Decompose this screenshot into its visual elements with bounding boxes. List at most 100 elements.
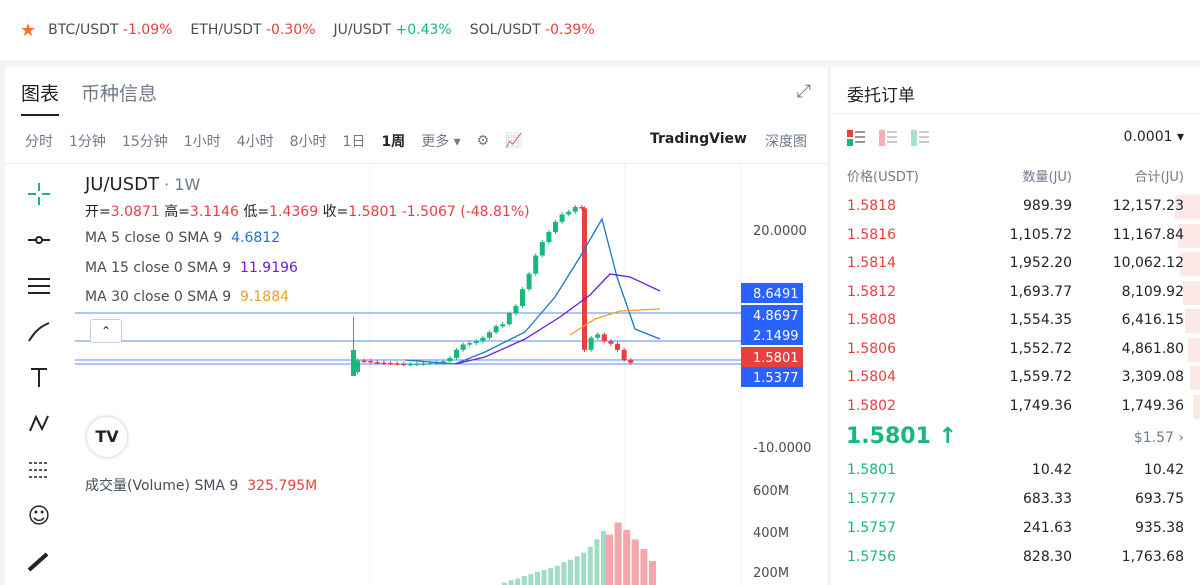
chart-title: JU/USDT · 1W	[85, 174, 201, 195]
brush-icon[interactable]	[15, 309, 63, 355]
axis-label: -10.0000	[753, 441, 811, 456]
ohlc-legend: 开=3.0871 高=3.1146 低=1.4369 收=1.5801 -1.5…	[85, 204, 530, 220]
view-bids-icon[interactable]	[911, 130, 929, 146]
candle	[480, 337, 486, 342]
candle	[467, 343, 473, 345]
smiley-icon[interactable]: ☺	[15, 493, 63, 539]
orderbook-panel: 委托订单 0.0001 ▾ 价格(USDT) 数量(JU) 合计(JU) 1.5…	[831, 67, 1200, 585]
ask-row[interactable]: 1.5814 1,952.20 10,062.12	[831, 250, 1200, 278]
candle	[546, 231, 552, 243]
volume-bar	[649, 561, 656, 585]
depth-bar	[1192, 394, 1200, 419]
volume-bar	[601, 531, 606, 585]
volume-bar	[554, 565, 560, 585]
candle	[388, 362, 393, 365]
candle	[493, 326, 499, 333]
text-icon[interactable]	[15, 355, 63, 401]
ruler-icon[interactable]	[15, 539, 63, 585]
candle	[520, 289, 525, 307]
bid-row[interactable]: 1.5756 828.30 1,763.68	[831, 544, 1200, 572]
bid-row[interactable]: 1.5777 683.33 693.75	[831, 486, 1200, 514]
volume-legend: 成交量(Volume) SMA 9 325.795M	[85, 478, 318, 494]
volume-bar	[640, 549, 648, 585]
ma5-line	[404, 217, 661, 365]
candle	[539, 242, 545, 256]
price-chart[interactable]: 20.0000 -10.0000 600M 400M 200M 8.6491 4.8697 2…	[5, 67, 827, 585]
horizontal-lines-icon[interactable]	[15, 263, 63, 309]
ask-row[interactable]: 1.5806 1,552.72 4,861.80	[831, 336, 1200, 364]
pattern-icon[interactable]	[15, 401, 63, 447]
ma15-legend: MA 15 close 0 SMA 9 11.9196	[85, 260, 298, 276]
bid-row[interactable]: 1.5801 10.42 10.42	[831, 457, 1200, 485]
volume-bar	[508, 580, 514, 585]
candle	[407, 363, 413, 366]
candle	[513, 306, 519, 314]
candle	[559, 214, 565, 222]
ask-row[interactable]: 1.5804 1,559.72 3,309.08	[831, 364, 1200, 392]
precision-dropdown[interactable]: 0.0001 ▾	[1124, 129, 1184, 145]
candle	[553, 221, 558, 232]
fib-icon[interactable]	[15, 447, 63, 493]
candle	[566, 211, 572, 215]
star-icon[interactable]: ★	[20, 20, 36, 41]
candle	[628, 359, 634, 363]
ask-row[interactable]: 1.5816 1,105.72 11,167.84	[831, 222, 1200, 250]
price-tag-label: 2.1499	[753, 329, 799, 344]
price-tag-label: 8.6491	[753, 287, 799, 302]
last-price-row: 1.5801 ↑ $1.57 ›	[831, 422, 1200, 456]
ticker-item-eth[interactable]: ETH/USDT -0.30%	[190, 22, 315, 38]
candle	[460, 344, 466, 350]
ma30-legend: MA 30 close 0 SMA 9 9.1884	[85, 289, 290, 305]
divider	[831, 113, 1200, 114]
candle	[601, 334, 607, 342]
ticker-item-sol[interactable]: SOL/USDT -0.39%	[470, 22, 595, 38]
volume-bar	[561, 562, 567, 585]
ask-row[interactable]: 1.5812 1,693.77 8,109.92	[831, 279, 1200, 307]
volume-bar	[614, 522, 622, 585]
price-tag-label: 1.5801	[753, 351, 799, 366]
price-tag-label: 1.5377	[753, 371, 799, 386]
volume-bar	[515, 578, 521, 585]
volume-bar	[594, 539, 600, 585]
candle	[533, 255, 539, 274]
depth-bar	[1190, 366, 1200, 390]
candle	[487, 332, 492, 338]
candle	[615, 343, 620, 350]
ticker-item-ju[interactable]: JU/USDT +0.43%	[334, 22, 452, 38]
candle	[506, 313, 512, 325]
candle	[394, 363, 400, 365]
volume-bar	[541, 570, 547, 585]
ma15-line	[454, 273, 661, 365]
trendline-icon[interactable]	[15, 217, 63, 263]
candle	[526, 273, 532, 290]
candle	[368, 360, 374, 363]
candle	[351, 350, 356, 376]
crosshair-icon[interactable]	[15, 171, 63, 217]
price-tag-label: 4.8697	[753, 309, 799, 324]
candle	[588, 337, 594, 350]
volume-bar	[528, 574, 534, 585]
ask-row[interactable]: 1.5802 1,749.36 1,749.36	[831, 393, 1200, 421]
view-asks-icon[interactable]	[879, 130, 897, 146]
volume-bar	[623, 529, 631, 585]
axis-label: 20.0000	[753, 224, 807, 239]
candle	[473, 341, 479, 344]
ask-row[interactable]: 1.5818 989.39 12,157.23	[831, 193, 1200, 221]
volume-bar	[631, 539, 639, 585]
volume-bar	[568, 559, 573, 585]
depth-bar	[1187, 337, 1200, 362]
candle	[621, 349, 627, 360]
candle	[608, 341, 614, 344]
ask-row[interactable]: 1.5808 1,554.35 6,416.15	[831, 307, 1200, 335]
candle	[427, 362, 433, 365]
collapse-legend-button[interactable]: ⌃	[90, 319, 122, 343]
last-price-usd[interactable]: $1.57 ›	[1134, 430, 1184, 446]
view-both-icon[interactable]	[847, 130, 865, 146]
bid-row[interactable]: 1.5757 241.63 935.38	[831, 515, 1200, 543]
ticker-item-btc[interactable]: BTC/USDT -1.09%	[48, 22, 172, 38]
candle	[500, 324, 506, 327]
orderbook-view-icons	[847, 130, 929, 146]
volume-bar	[548, 568, 554, 585]
tradingview-logo[interactable]: TV	[87, 417, 127, 457]
candle	[572, 207, 578, 212]
